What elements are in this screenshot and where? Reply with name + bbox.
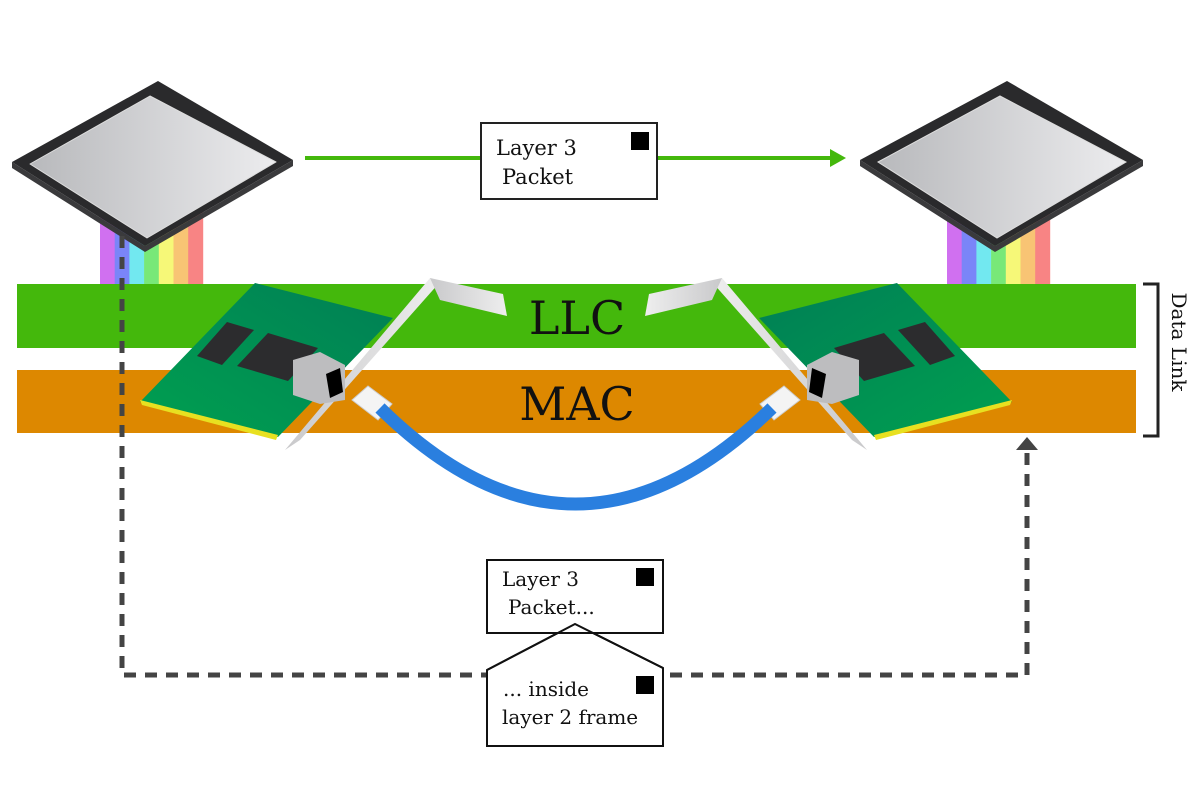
arrow-head-icon xyxy=(830,149,846,167)
envelope-stamp-icon xyxy=(636,568,654,586)
data-link-diagram: LLC MAC Data Link Layer 3 Packet Layer 3… xyxy=(12,81,1191,747)
cpu-chip-icon xyxy=(860,81,1143,252)
data-link-label: Data Link xyxy=(1167,293,1191,393)
frame-line2: layer 2 frame xyxy=(502,705,638,729)
arrow-head-icon xyxy=(1016,437,1038,450)
top-packet-line1: Layer 3 xyxy=(496,136,577,160)
frame-line1: ... inside xyxy=(503,677,589,701)
data-link-bracket xyxy=(1143,282,1160,438)
envelope-stamp-icon xyxy=(631,132,649,150)
cpu-chip-icon xyxy=(12,81,293,252)
bottom-packet-line2: Packet... xyxy=(508,595,595,619)
bottom-packet-line1: Layer 3 xyxy=(502,567,579,591)
llc-label: LLC xyxy=(529,291,625,345)
mac-label: MAC xyxy=(519,377,635,431)
top-packet-line2: Packet xyxy=(502,165,574,189)
envelope-stamp-icon xyxy=(636,676,654,694)
